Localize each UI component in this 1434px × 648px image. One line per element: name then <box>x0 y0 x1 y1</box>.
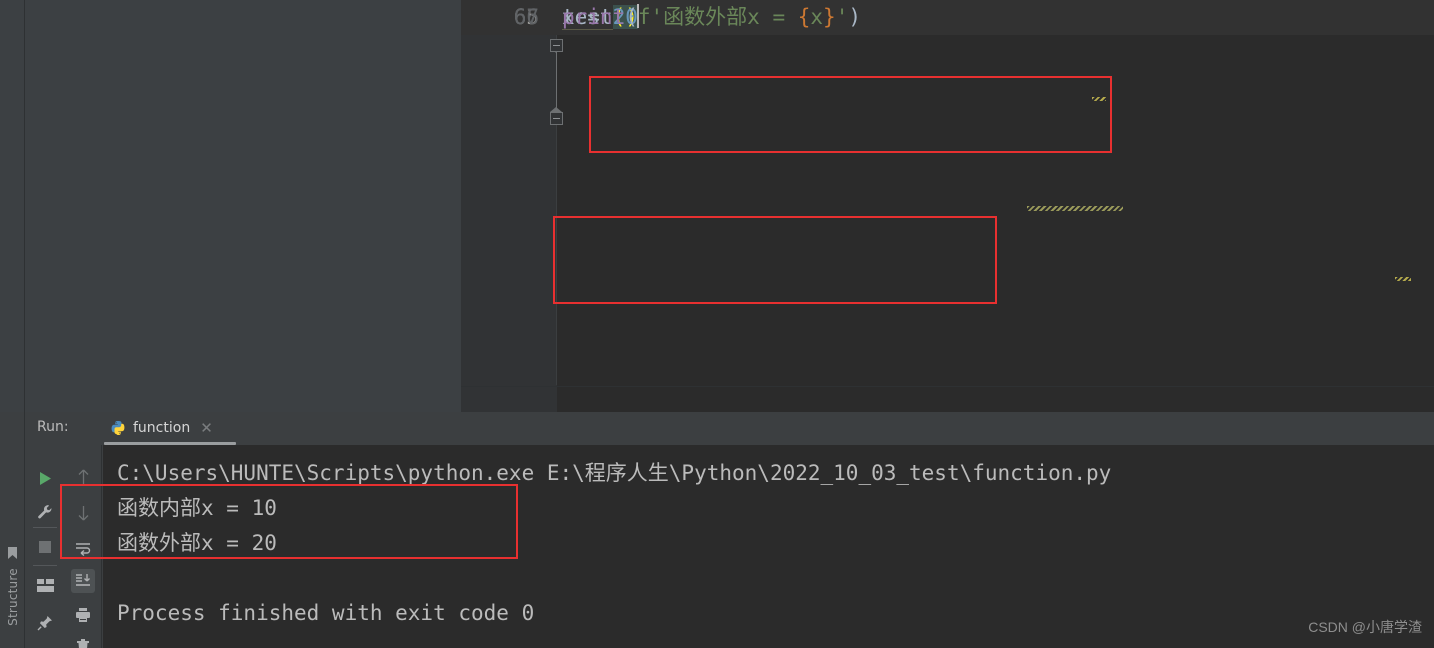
settings-button[interactable] <box>33 500 57 524</box>
rerun-button[interactable] <box>33 466 57 490</box>
token-print: print <box>562 5 626 29</box>
soft-wrap-button[interactable] <box>71 537 95 561</box>
code-fold-end-icon[interactable] <box>550 112 563 125</box>
tool-window-bookmarks[interactable]: Bookmarks <box>3 450 40 560</box>
code-fold-region-icon[interactable] <box>550 39 563 52</box>
token-close-paren: ) <box>848 5 862 29</box>
left-tool-window-bar: Bookmarks Structure <box>0 412 40 648</box>
run-tab-function[interactable]: function ✕ <box>107 412 216 444</box>
code-fold-end-arrow-icon <box>550 107 562 112</box>
run-panel: Bookmarks Structure Run: function ✕ <box>0 412 1434 648</box>
editor-bottom-divider <box>461 386 1434 387</box>
printer-icon <box>76 608 90 622</box>
line-number: 67 <box>513 5 539 29</box>
clear-all-button[interactable] <box>71 635 95 648</box>
unresolved-squiggle-icon <box>1027 206 1123 211</box>
toolbar-divider <box>33 527 57 528</box>
token-fstring-outer: f'函数外部x = <box>637 5 798 29</box>
console-line-output-2: 函数外部x = 20 <box>117 531 277 555</box>
editor-left-panel <box>26 0 461 412</box>
console-line-output-1: 函数内部x = 10 <box>117 496 277 520</box>
token-brace-var: x <box>810 5 824 29</box>
scroll-end-icon <box>76 574 90 586</box>
trash-icon <box>77 639 89 648</box>
run-toolbar-console <box>64 445 102 648</box>
run-toolbar-primary <box>26 445 64 648</box>
wrap-icon <box>76 543 91 556</box>
ide-window: 60 61 def test(): 62 x = 10 63 print(f'函… <box>0 0 1434 648</box>
editor-left-tool-strip[interactable] <box>0 0 25 412</box>
window-icon <box>36 578 54 592</box>
editor-region: 60 61 def test(): 62 x = 10 63 print(f'函… <box>0 0 1434 412</box>
tool-window-structure[interactable]: Structure <box>3 564 23 646</box>
tool-window-label: Structure <box>6 568 20 626</box>
token-open-paren: ( <box>625 5 638 29</box>
token-brace-open: { <box>797 5 811 29</box>
console-output[interactable]: C:\Users\HUNTE\Scripts\python.exe E:\程序人… <box>103 445 1434 648</box>
layout-button[interactable] <box>33 573 57 597</box>
arrow-up-icon <box>78 469 88 484</box>
python-icon <box>111 421 125 435</box>
stop-button[interactable] <box>33 535 57 559</box>
editor-gutter[interactable] <box>461 0 557 412</box>
print-button[interactable] <box>71 603 95 627</box>
up-button[interactable] <box>71 465 95 489</box>
pin-button[interactable] <box>33 611 57 635</box>
scroll-to-end-button[interactable] <box>71 569 95 593</box>
editor-line-67[interactable]: 67 print(f'函数外部x = {x}') <box>461 0 1434 281</box>
down-button[interactable] <box>71 501 95 525</box>
stop-icon <box>39 541 51 553</box>
play-icon <box>40 471 51 485</box>
close-icon[interactable]: ✕ <box>200 420 213 436</box>
pin-icon <box>37 616 52 631</box>
watermark-text: CSDN @小唐学渣 <box>1308 619 1422 635</box>
code-fold-tail <box>556 52 557 114</box>
run-panel-title: Run: <box>37 419 69 435</box>
wrench-icon <box>38 505 52 519</box>
arrow-down-icon <box>78 506 88 521</box>
console-line-exit: Process finished with exit code 0 <box>117 601 535 625</box>
run-tab-label: function <box>133 420 191 436</box>
console-line-command: C:\Users\HUNTE\Scripts\python.exe E:\程序人… <box>117 461 1112 485</box>
token-brace-close: } <box>823 5 836 29</box>
token-quote-close: ' <box>835 5 849 29</box>
toolbar-divider <box>33 565 57 566</box>
warning-squiggle-icon <box>1092 97 1106 101</box>
warning-squiggle-icon <box>1395 277 1411 281</box>
code-text: print(f'函数外部x = {x}') <box>562 0 861 35</box>
code-editor-pane[interactable]: 60 61 def test(): 62 x = 10 63 print(f'函… <box>461 0 1434 412</box>
run-panel-header: Run: function ✕ <box>26 412 1434 445</box>
